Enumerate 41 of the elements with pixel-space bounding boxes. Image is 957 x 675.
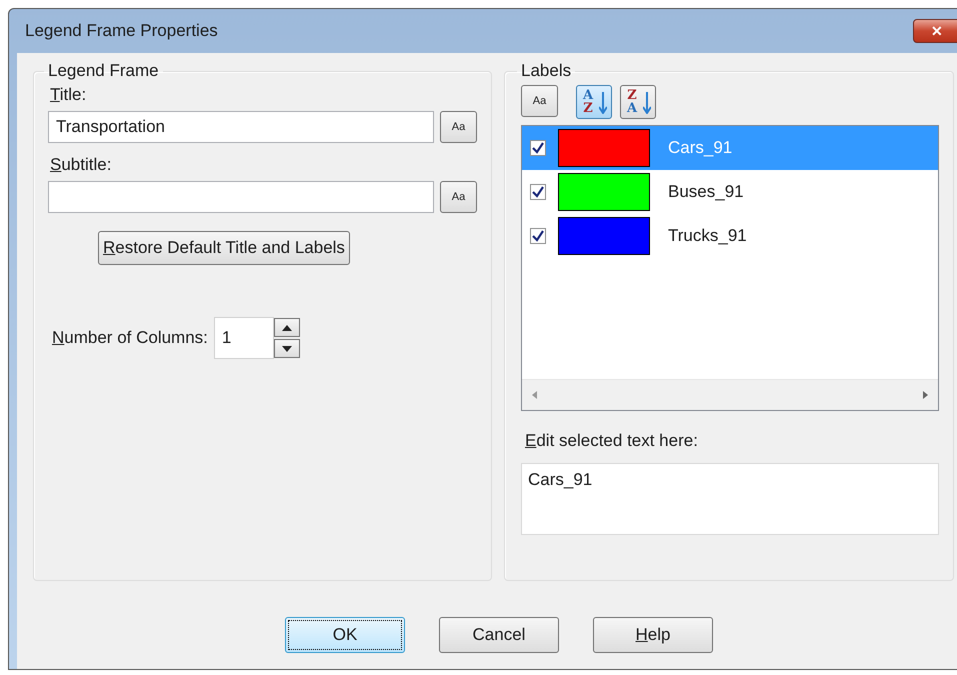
item-label: Buses_91: [668, 182, 744, 202]
field-label: Edit selected text here:: [525, 431, 698, 450]
down-arrow-icon: [643, 92, 651, 114]
edit-text-field[interactable]: Cars_91: [521, 463, 939, 535]
right-arrow-icon: [923, 391, 928, 399]
columns-field[interactable]: 1: [214, 317, 274, 359]
dialog-button[interactable]: Cancel: [439, 617, 559, 653]
field-label: Subtitle:: [50, 155, 112, 174]
title-field[interactable]: Transportation: [48, 111, 434, 143]
left-arrow-icon: [532, 391, 537, 399]
field-label: Number of Columns:: [52, 328, 208, 348]
spin-down-button[interactable]: [274, 339, 300, 358]
restore-defaults-button[interactable]: Restore Default Title and Labels: [98, 231, 350, 265]
group-title: Labels: [520, 61, 572, 81]
subtitle-field[interactable]: [48, 181, 434, 213]
item-label: Cars_91: [668, 138, 732, 158]
down-arrow-icon: [282, 346, 292, 352]
font-button[interactable]: Aa: [440, 181, 477, 213]
item-label: Trucks_91: [668, 226, 747, 246]
horizontal-scrollbar[interactable]: [522, 379, 938, 410]
spin-up-button[interactable]: [274, 318, 300, 337]
list-item[interactable]: Trucks_91: [522, 214, 938, 258]
sort-button[interactable]: Z A: [620, 85, 656, 119]
dialog-button[interactable]: OK: [285, 617, 405, 653]
checkbox[interactable]: [530, 184, 546, 200]
field-label: Title:: [50, 85, 86, 104]
list-item[interactable]: Buses_91: [522, 170, 938, 214]
window-title: Legend Frame Properties: [25, 21, 218, 41]
down-arrow-icon: [599, 92, 607, 114]
dialog-button[interactable]: Help: [593, 617, 713, 653]
group-title: Legend Frame: [47, 61, 160, 81]
checkbox[interactable]: [530, 140, 546, 156]
color-swatch[interactable]: [558, 217, 650, 255]
sort-button[interactable]: A Z: [576, 85, 612, 119]
close-button[interactable]: ✕: [913, 19, 957, 43]
font-button[interactable]: Aa: [521, 85, 558, 117]
checkbox[interactable]: [530, 228, 546, 244]
color-swatch[interactable]: [558, 129, 650, 167]
font-button[interactable]: Aa: [440, 111, 477, 143]
up-arrow-icon: [282, 324, 292, 330]
color-swatch[interactable]: [558, 173, 650, 211]
